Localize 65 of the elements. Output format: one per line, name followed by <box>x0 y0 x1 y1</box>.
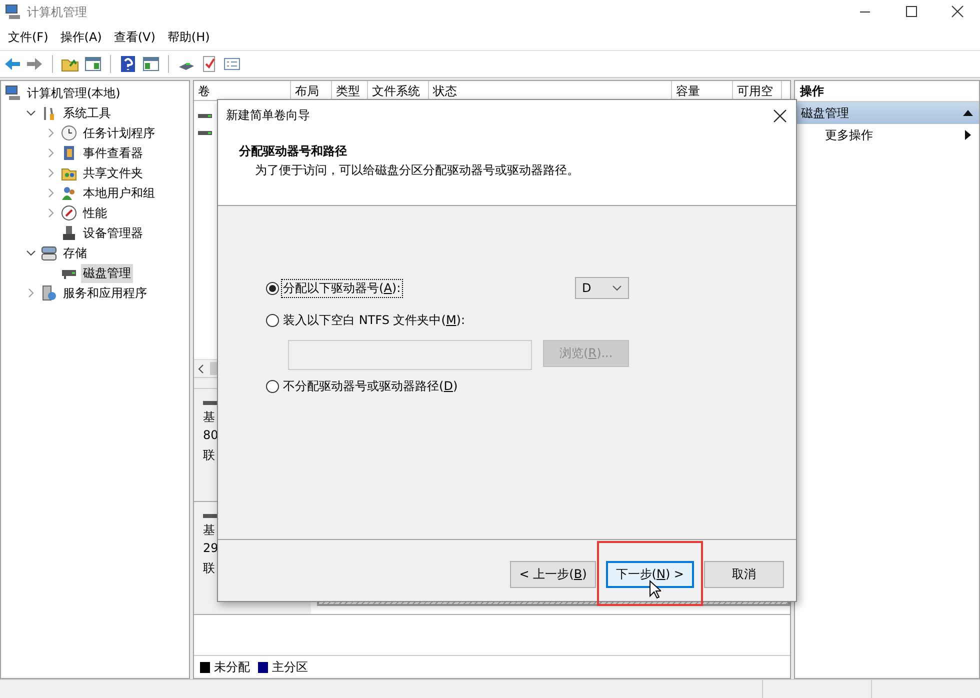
wizard-button[interactable]: 下一步(N) > <box>606 561 694 588</box>
dialog-title: 新建简单卷向导 <box>226 107 310 124</box>
tree-item[interactable]: 服务和应用程序 <box>61 284 149 302</box>
tree-item[interactable]: 任务计划程序 <box>81 124 157 142</box>
computer-icon <box>5 85 21 101</box>
menu-item[interactable]: 操作(A) <box>54 26 108 48</box>
back-icon[interactable] <box>3 55 21 73</box>
section-title: 磁盘管理 <box>801 104 849 122</box>
tree-item[interactable]: 共享文件夹 <box>81 164 145 182</box>
disk-info-text: 联 <box>203 447 216 464</box>
folder-path-field[interactable] <box>288 340 532 370</box>
option-label[interactable]: 分配以下驱动器号(A): <box>282 280 402 296</box>
page-description: 为了便于访问，可以给磁盘分区分配驱动器号或驱动器路径。 <box>254 162 580 179</box>
panel-icon[interactable] <box>84 55 102 73</box>
wizard-button[interactable]: < 上一步(B) <box>510 561 596 588</box>
document-icon[interactable] <box>200 55 218 73</box>
mouse-pointer-icon <box>648 580 661 599</box>
disk-drive-icon <box>203 512 217 520</box>
wrench-icon <box>41 105 57 121</box>
legend-label: 主分区 <box>272 658 308 676</box>
tree-item[interactable]: 性能 <box>81 204 109 222</box>
clock-icon <box>61 125 77 141</box>
help-icon[interactable] <box>119 55 137 73</box>
gauge-icon <box>61 205 77 221</box>
menu-item[interactable]: 文件(F) <box>2 26 54 48</box>
users-icon <box>61 185 77 201</box>
collapse-icon[interactable] <box>963 109 973 117</box>
radio-button[interactable] <box>266 314 279 326</box>
forward-icon[interactable] <box>26 55 44 73</box>
dropdown-caret-icon[interactable] <box>612 285 622 291</box>
disk-info-text: 80 <box>203 428 220 444</box>
close-icon[interactable] <box>773 108 787 122</box>
radio-button[interactable] <box>266 380 279 392</box>
tree-item[interactable]: 本地用户和组 <box>81 184 157 202</box>
wizard-button[interactable]: 取消 <box>704 561 784 588</box>
device-icon <box>61 225 77 241</box>
computer-icon <box>5 4 21 20</box>
window-title: 计算机管理 <box>27 4 87 20</box>
drive-letter-dropdown[interactable]: D <box>575 277 629 299</box>
page-heading: 分配驱动器号和路径 <box>239 143 348 160</box>
disk-info-text: 基 <box>203 409 216 426</box>
menu-item[interactable]: 帮助(H) <box>161 26 216 48</box>
submenu-arrow-icon[interactable] <box>965 130 971 140</box>
tree-item[interactable]: 系统工具 <box>61 104 113 122</box>
book-icon <box>61 145 77 161</box>
disk-drive-icon <box>203 399 217 407</box>
option-label[interactable]: 装入以下空白 NTFS 文件夹中(M): <box>282 312 466 328</box>
disk-info-text: 联 <box>203 560 216 577</box>
menu-item[interactable]: 查看(V) <box>108 26 162 48</box>
disk-info-text: 29 <box>203 541 220 557</box>
storage-icon <box>41 245 57 261</box>
legend-label: 未分配 <box>214 658 250 676</box>
action-item[interactable]: 更多操作 <box>825 126 873 144</box>
radio-button[interactable] <box>266 282 279 294</box>
option-label[interactable]: 不分配驱动器号或驱动器路径(D) <box>282 378 459 394</box>
checklist-icon[interactable] <box>223 55 241 73</box>
actions-section[interactable]: 磁盘管理 <box>795 102 979 124</box>
tree-item[interactable]: 事件查看器 <box>81 144 145 162</box>
tree-item[interactable]: 存储 <box>61 244 89 262</box>
tree-item[interactable]: 计算机管理(本地) <box>25 84 122 102</box>
disk-info-text: 基 <box>203 522 216 539</box>
server-icon <box>41 285 57 301</box>
tree-item[interactable]: 磁盘管理 <box>81 264 133 282</box>
panel-icon[interactable] <box>142 55 160 73</box>
tree-item[interactable]: 设备管理器 <box>81 224 145 242</box>
